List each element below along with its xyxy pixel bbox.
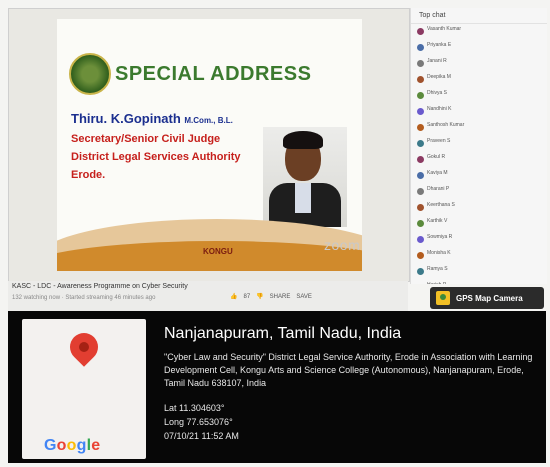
chat-message: Keerthana S [411,202,547,216]
speaker-photo [263,127,347,227]
chat-message-text: Nandhini K [427,106,452,112]
speaker-title-1: Secretary/Senior Civil Judge [71,133,221,145]
chat-list: Vasanth Kumar Priyanka E Janani R Deepika M… [411,26,547,284]
photo-frame: SPECIAL ADDRESS Thiru. K.Gopinath M.Com.… [0,0,550,467]
chat-message: Gokul R [411,154,547,168]
save-button[interactable]: SAVE [296,294,312,300]
chat-message: Dharani P [411,186,547,200]
chat-avatar[interactable] [417,92,424,99]
location-longitude: Long 77.653076° [164,417,233,427]
map-thumbnail: Google [22,319,146,459]
speaker-degrees: M.Com., B.L. [184,116,233,125]
chat-avatar[interactable] [417,44,424,51]
chat-message-text: Kaviya M [427,170,448,176]
chat-message: Monisha K [411,250,547,264]
chat-avatar[interactable] [417,140,424,147]
chat-message-text: Praveen S [427,138,451,144]
slide-heading: SPECIAL ADDRESS [115,63,312,85]
chat-message: Sowmiya R [411,234,547,248]
gps-camera-badge: GPS Map Camera [430,287,544,309]
chat-avatar[interactable] [417,108,424,115]
like-icon[interactable]: 👍 [230,293,237,300]
chat-message-text: Karthik V [427,218,448,224]
chat-avatar[interactable] [417,172,424,179]
video-actions: 👍 87 👎 SHARE SAVE [230,293,312,301]
college-logo-icon [69,53,111,95]
chat-avatar[interactable] [417,220,424,227]
chat-avatar[interactable] [417,28,424,35]
location-overlay: Google Nanjanapuram, Tamil Nadu, India "… [8,311,546,463]
chat-message: Ramya S [411,266,547,280]
live-chat-panel: Top chat Vasanth Kumar Priyanka E Janani R… [410,8,547,284]
gps-camera-label: GPS Map Camera [456,293,523,303]
chat-avatar[interactable] [417,124,424,131]
chat-message-text: Dharani P [427,186,450,192]
chat-avatar[interactable] [417,156,424,163]
chat-avatar[interactable] [417,76,424,83]
location-address: "Cyber Law and Security" District Legal … [164,352,533,388]
like-count: 87 [243,293,251,300]
chat-message: Karthik V [411,218,547,232]
chat-message-text: Ramya S [427,266,448,272]
chat-message: Janani R [411,58,547,72]
chat-message: Kaviya M [411,170,547,184]
chat-message: Dhivya S [411,90,547,104]
chat-avatar[interactable] [417,204,424,211]
location-datetime: 07/10/21 11:52 AM [164,431,239,441]
chat-message: Harish P [411,282,547,284]
video-player[interactable]: SPECIAL ADDRESS Thiru. K.Gopinath M.Com.… [8,8,410,282]
chat-message: Priyanka E [411,42,547,56]
chat-message: Nandhini K [411,106,547,120]
chat-message-text: Deepika M [427,74,451,80]
gps-camera-icon [436,291,450,305]
chat-message: Santhosh Kumar [411,122,547,136]
speaker-title-2: District Legal Services Authority [71,151,241,163]
chat-avatar[interactable] [417,188,424,195]
chat-message-text: Priyanka E [427,42,452,48]
chat-avatar[interactable] [417,60,424,67]
chat-message-text: Vasanth Kumar [427,26,462,32]
chat-message-text: Gokul R [427,154,446,160]
video-subtitle: 132 watching now · Started streaming 46 … [12,295,156,301]
speaker-title-3: Erode. [71,169,106,181]
video-caption: KASC - LDC - Awareness Programme on Cybe… [8,281,408,311]
chat-message: Vasanth Kumar [411,26,547,40]
share-button[interactable]: SHARE [270,294,291,300]
chat-message-text: Sowmiya R [427,234,453,240]
chat-message-text: Janani R [427,58,447,64]
video-title: KASC - LDC - Awareness Programme on Cybe… [12,283,188,290]
kongu-logo: KONGU [203,247,233,256]
location-place: Nanjanapuram, Tamil Nadu, India [164,325,402,342]
chat-avatar[interactable] [417,268,424,275]
chat-message: Deepika M [411,74,547,88]
chat-message-text: Harish P [427,282,545,284]
map-pin-icon [64,327,104,367]
slide-wave-decoration-2 [57,241,362,271]
chat-avatar[interactable] [417,252,424,259]
zoom-watermark: zoom [324,237,361,253]
presentation-slide: SPECIAL ADDRESS Thiru. K.Gopinath M.Com.… [57,19,362,271]
google-logo: Google [44,437,101,454]
speaker-name: Thiru. K.Gopinath M.Com., B.L. [71,111,233,126]
chat-message: Praveen S [411,138,547,152]
chat-message-text: Santhosh Kumar [427,122,465,128]
chat-message-text: Keerthana S [427,202,455,208]
dislike-icon[interactable]: 👎 [256,293,263,300]
chat-header[interactable]: Top chat [411,8,547,24]
chat-message-text: Monisha K [427,250,451,256]
chat-message-text: Dhivya S [427,90,448,96]
chat-avatar[interactable] [417,236,424,243]
location-latitude: Lat 11.304603° [164,403,225,413]
speaker-name-text: Thiru. K.Gopinath [71,111,181,126]
